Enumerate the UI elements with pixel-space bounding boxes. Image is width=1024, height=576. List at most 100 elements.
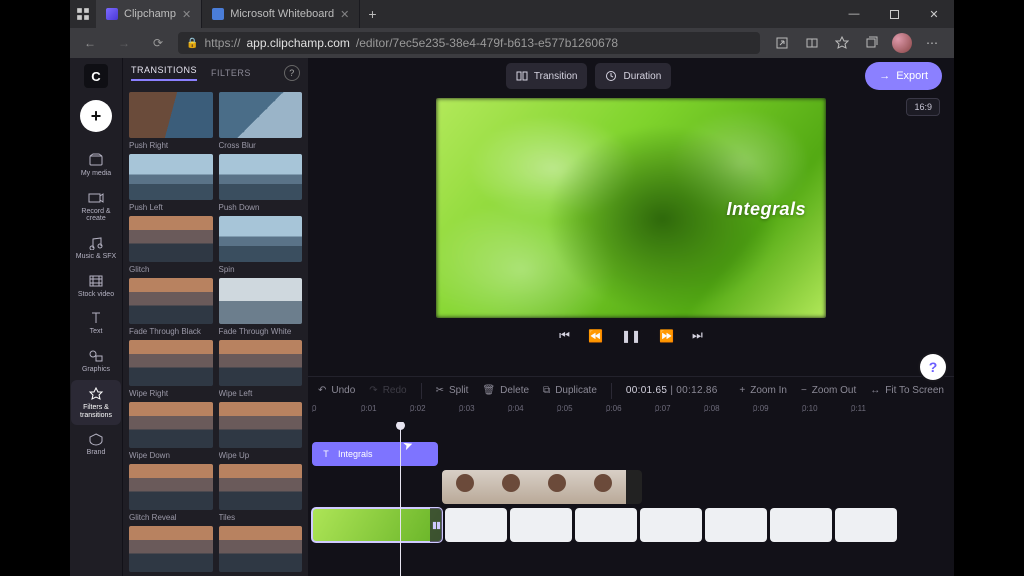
window-maximize-button[interactable] [874,0,914,28]
thumb-preview [129,464,213,510]
browser-menu-button[interactable]: ⋯ [922,33,942,53]
transition-thumb[interactable]: Cross Blur [219,92,303,150]
transitions-panel: TRANSITIONS FILTERS ? Push RightCross Bl… [122,58,308,576]
reading-icon[interactable] [802,33,822,53]
rail-icon [87,235,105,251]
export-button[interactable]: → Export [865,62,942,90]
rail-item[interactable]: Music & SFX [71,229,121,267]
add-media-button[interactable]: + [80,100,112,132]
aspect-ratio-badge[interactable]: 16:9 [906,98,940,116]
nav-forward-button[interactable]: → [110,31,138,55]
url-path: /editor/7ec5e235-38e4-479f-b613-e577b126… [356,36,618,50]
transition-thumb[interactable]: Spin [219,216,303,274]
video-clip[interactable] [835,508,897,542]
profile-avatar[interactable] [892,33,912,53]
undo-button[interactable]: ↶Undo [318,385,355,396]
text-clip[interactable]: T Integrals [312,442,438,466]
panel-help-icon[interactable]: ? [284,65,300,81]
close-icon[interactable]: ✕ [182,8,191,21]
transition-thumb[interactable]: Push Left [129,154,213,212]
transition-thumb[interactable]: Ink [219,526,303,576]
transition-thumb[interactable]: Glitch Reveal [129,464,213,522]
browser-tab[interactable]: Microsoft Whiteboard ✕ [202,0,360,28]
clock-icon [605,70,617,82]
collections-icon[interactable] [862,33,882,53]
rail-item[interactable]: Graphics [71,342,121,380]
rail-item[interactable]: Record & create [71,184,121,229]
help-button[interactable]: ? [920,354,946,380]
clip-thumb [580,470,626,504]
rail-label: Filters & transitions [71,404,121,419]
thumb-preview [219,92,303,138]
nav-refresh-button[interactable]: ⟳ [144,31,172,55]
window-close-button[interactable]: ✕ [914,0,954,28]
video-clip[interactable] [442,470,642,504]
context-toolbar: Transition Duration → Export [308,58,954,94]
video-clip[interactable] [770,508,832,542]
rail-item[interactable]: Brand [71,425,121,463]
window-minimize-button[interactable]: — [834,0,874,28]
transition-thumb[interactable]: Tiles [219,464,303,522]
video-clip[interactable] [445,508,507,542]
rewind-button[interactable]: ⏪ [588,328,603,343]
tab-transitions[interactable]: TRANSITIONS [131,65,197,81]
transition-thumb[interactable]: Glitch [129,216,213,274]
skip-end-button[interactable]: ⏭ [692,328,703,343]
favorites-icon[interactable] [832,33,852,53]
timeline-tracks: ➤ T Integrals [308,422,954,576]
rail-item[interactable]: Filters & transitions [71,380,121,425]
ruler-tick: 0:05 [557,404,606,422]
video-clip[interactable] [640,508,702,542]
transition-thumb[interactable]: Wipe Left [219,340,303,398]
transition-thumb[interactable]: Wipe Down [129,402,213,460]
pause-button[interactable]: ❚❚ [621,328,641,343]
tab-filters[interactable]: FILTERS [211,68,251,78]
app-icon[interactable] [772,33,792,53]
thumb-preview [219,216,303,262]
nav-back-button[interactable]: ← [76,31,104,55]
address-bar[interactable]: 🔒 https://app.clipchamp.com/editor/7ec5e… [178,32,760,54]
timeline-ruler[interactable]: 00:010:020:030:040:050:060:070:080:090:1… [308,404,954,422]
clipchamp-logo[interactable]: C [84,64,108,88]
transition-label: Transition [534,71,578,82]
new-tab-button[interactable]: + [360,0,384,28]
video-clip[interactable] [575,508,637,542]
rail-item[interactable]: Text [71,304,121,342]
edge-menu-icon[interactable] [76,7,90,21]
transition-handle[interactable] [430,508,442,542]
fit-to-screen-button[interactable]: ↔Fit To Screen [870,385,944,396]
thumb-preview [219,526,303,572]
transition-thumb[interactable]: Fade Through White [219,278,303,336]
split-button[interactable]: ✂Split [436,385,469,396]
rail-item[interactable]: Stock video [71,267,121,305]
zoom-out-button[interactable]: −Zoom Out [801,385,856,396]
close-icon[interactable]: ✕ [340,8,349,21]
thumb-label: Wipe Right [129,389,213,398]
rail-item[interactable]: My media [71,146,121,184]
timeline[interactable]: 00:010:020:030:040:050:060:070:080:090:1… [308,404,954,576]
redo-button[interactable]: ↷Redo [369,385,406,396]
left-rail: C + My mediaRecord & createMusic & SFXSt… [70,58,122,576]
delete-button[interactable]: 🗑Delete [482,385,529,396]
video-clip[interactable] [510,508,572,542]
fast-forward-button[interactable]: ⏩ [659,328,674,343]
skip-start-button[interactable]: ⏮ [559,328,570,343]
duration-button[interactable]: Duration [595,63,671,89]
transition-thumb[interactable]: Push Down [219,154,303,212]
video-clip-selected[interactable] [312,508,442,542]
ruler-tick: 0:01 [361,404,410,422]
transition-thumb[interactable]: Wipe Right [129,340,213,398]
timecode: 00:01.65 | 00:12.86 [626,385,718,396]
video-preview[interactable]: Integrals [436,98,826,318]
thumb-label: Fade Through Black [129,327,213,336]
duplicate-button[interactable]: ⧉Duplicate [543,385,597,396]
playhead[interactable] [400,422,401,576]
transition-thumb[interactable]: Push Right [129,92,213,150]
transition-thumb[interactable]: Close [129,526,213,576]
transition-thumb[interactable]: Wipe Up [219,402,303,460]
transition-button[interactable]: Transition [506,63,588,89]
browser-tab[interactable]: Clipchamp ✕ [96,0,202,28]
transition-thumb[interactable]: Fade Through Black [129,278,213,336]
video-clip[interactable] [705,508,767,542]
zoom-in-button[interactable]: +Zoom In [739,385,787,396]
